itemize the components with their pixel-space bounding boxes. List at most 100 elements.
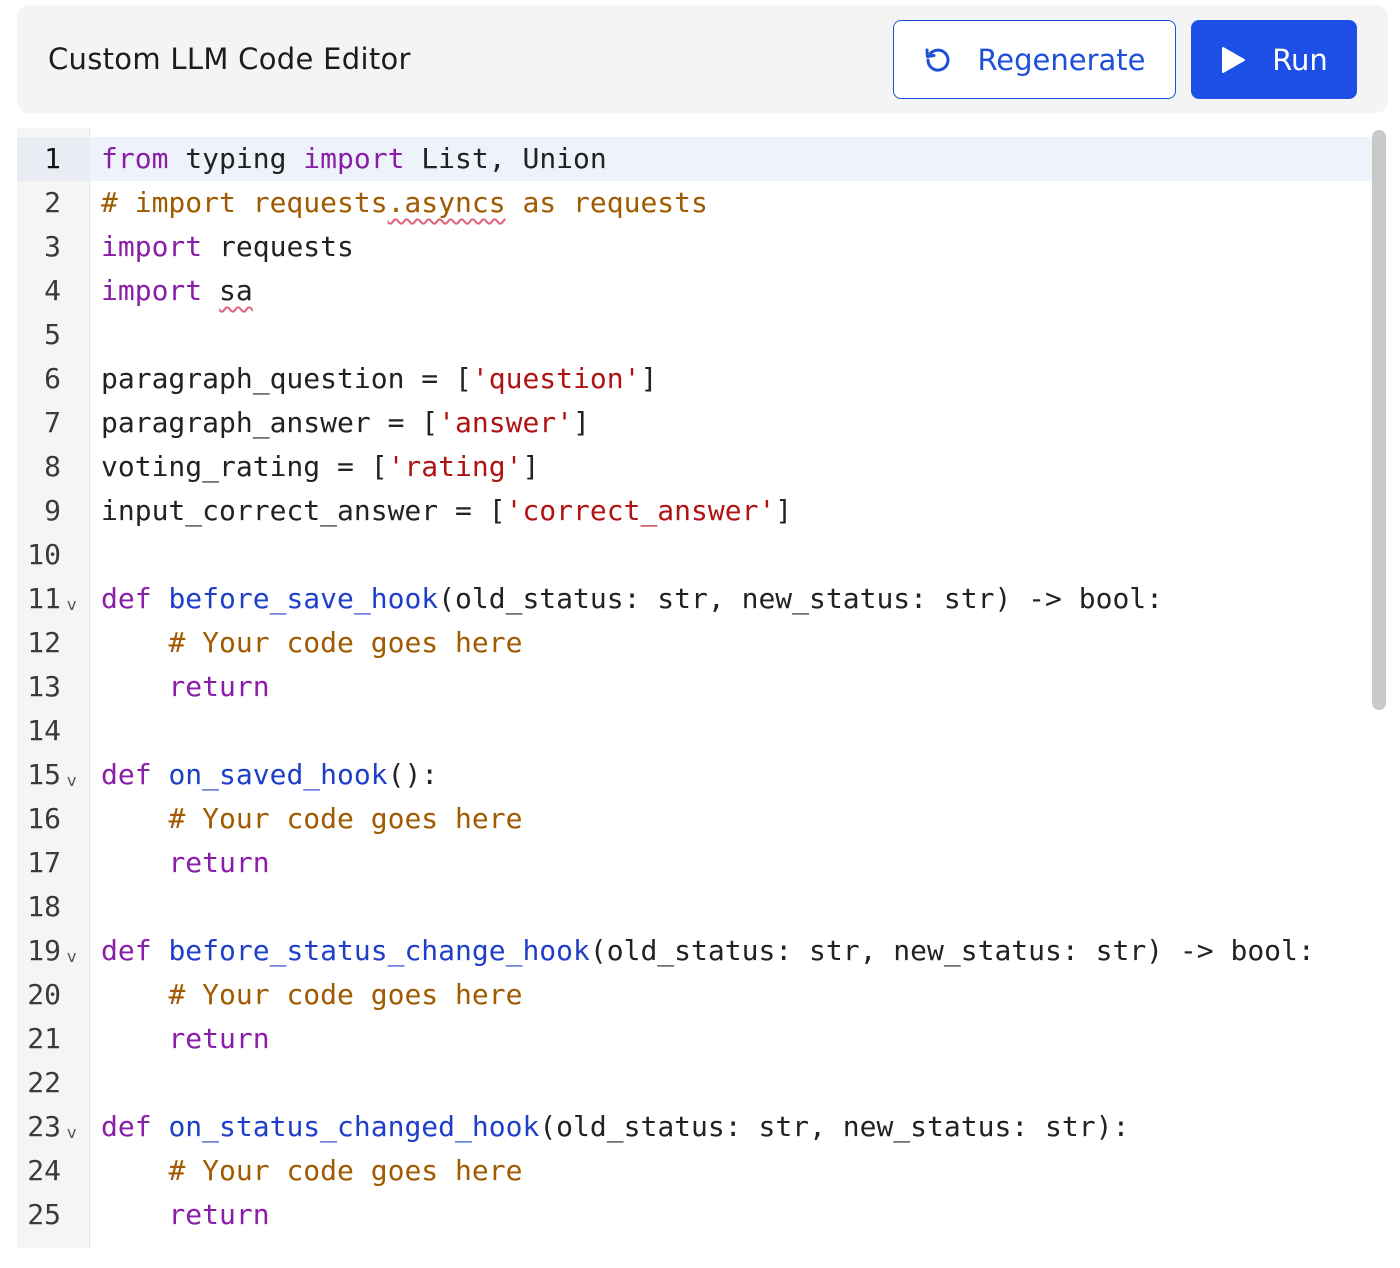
code-token: on_status_changed_hook xyxy=(168,1110,540,1143)
code-token: return xyxy=(168,846,270,879)
line-code: # Your code goes here xyxy=(101,1149,522,1193)
code-token: typing xyxy=(168,142,304,175)
code-token: def xyxy=(101,1110,152,1143)
code-editor[interactable]: 1 from typing import List, Union 2 # import… xyxy=(17,128,1388,1248)
code-token: ] xyxy=(573,406,590,439)
code-token: requests xyxy=(202,230,354,263)
line-code: def on_saved_hook(): xyxy=(101,753,438,797)
code-token: from xyxy=(101,142,169,175)
code-line[interactable]: 4 import sa xyxy=(17,269,1377,313)
code-line[interactable]: 18 xyxy=(17,885,1377,929)
line-number: 5 xyxy=(44,318,61,351)
refresh-icon xyxy=(923,45,953,75)
code-line[interactable]: 24 # Your code goes here xyxy=(17,1149,1377,1193)
code-token: def xyxy=(101,582,152,615)
regenerate-button[interactable]: Regenerate xyxy=(893,20,1176,99)
line-code: return xyxy=(101,1017,270,1061)
code-line[interactable]: 5 xyxy=(17,313,1377,357)
regenerate-label: Regenerate xyxy=(977,42,1146,77)
code-line[interactable]: 7 paragraph_answer = ['answer'] xyxy=(17,401,1377,445)
code-token: # import requests xyxy=(101,186,388,219)
code-line[interactable]: 8 voting_rating = ['rating'] xyxy=(17,445,1377,489)
code-token: voting_rating = [ xyxy=(101,450,388,483)
line-number: 24 xyxy=(27,1154,61,1187)
code-line[interactable]: 2 # import requests.asyncs as requests xyxy=(17,181,1377,225)
code-line[interactable]: 3 import requests xyxy=(17,225,1377,269)
line-number: 12 xyxy=(27,626,61,659)
run-label: Run xyxy=(1272,42,1328,77)
line-number: 2 xyxy=(44,186,61,219)
line-number: 17 xyxy=(27,846,61,879)
line-code: # Your code goes here xyxy=(101,621,522,665)
code-line[interactable]: 21 return xyxy=(17,1017,1377,1061)
code-token: (): xyxy=(387,758,439,791)
code-line[interactable]: 19 v def before_status_change_hook(old_sta… xyxy=(17,929,1377,973)
code-line[interactable]: 22 xyxy=(17,1061,1377,1105)
code-line[interactable]: 6 paragraph_question = ['question'] xyxy=(17,357,1377,401)
line-code: import sa xyxy=(101,269,253,313)
code-token: on_saved_hook xyxy=(168,758,388,791)
code-token: paragraph_answer = [ xyxy=(101,406,439,439)
code-line[interactable]: 12 # Your code goes here xyxy=(17,621,1377,665)
line-code: return xyxy=(101,1193,270,1237)
code-token: input_correct_answer = [ xyxy=(101,494,506,527)
code-token: import xyxy=(303,142,405,175)
line-code: # Your code goes here xyxy=(101,797,522,841)
play-icon xyxy=(1220,46,1246,74)
line-code: paragraph_question = ['question'] xyxy=(101,357,657,401)
line-code: def before_status_change_hook(old_status… xyxy=(101,929,1315,973)
code-token: return xyxy=(168,1198,270,1231)
code-token: ] xyxy=(775,494,793,527)
vertical-scrollbar[interactable] xyxy=(1372,130,1386,710)
code-line[interactable]: 11 v def before_save_hook(old_status: str,… xyxy=(17,577,1377,621)
code-token: 'answer' xyxy=(438,406,574,439)
code-token: as requests xyxy=(505,186,708,219)
line-code: # import requests.asyncs as requests xyxy=(101,181,708,225)
code-token: before_save_hook xyxy=(168,582,439,615)
line-code: # Your code goes here xyxy=(101,973,522,1017)
line-code: return xyxy=(101,665,270,709)
line-number: 23 xyxy=(27,1110,61,1143)
code-line[interactable]: 20 # Your code goes here xyxy=(17,973,1377,1017)
line-number: 10 xyxy=(27,538,61,571)
run-button[interactable]: Run xyxy=(1191,20,1357,99)
code-line[interactable]: 25 return xyxy=(17,1193,1377,1237)
line-number: 1 xyxy=(44,142,61,175)
code-line[interactable]: 10 xyxy=(17,533,1377,577)
code-token: ] xyxy=(522,450,540,483)
code-token: ] xyxy=(640,362,658,395)
code-token: paragraph_question = [ xyxy=(101,362,472,395)
line-number: 9 xyxy=(44,494,61,527)
code-line[interactable]: 13 return xyxy=(17,665,1377,709)
code-token: (old_status: str, new_status: str) -> bo… xyxy=(438,582,1164,615)
code-line[interactable]: 15 v def on_saved_hook(): xyxy=(17,753,1377,797)
code-token: # Your code goes here xyxy=(168,626,523,659)
code-line[interactable]: 14 xyxy=(17,709,1377,753)
line-number: 8 xyxy=(44,450,61,483)
line-number: 16 xyxy=(27,802,61,835)
code-token: # Your code goes here xyxy=(168,1154,523,1187)
line-number: 14 xyxy=(27,714,61,747)
code-token: return xyxy=(168,670,270,703)
code-token: List, Union xyxy=(404,142,607,175)
line-number: 25 xyxy=(27,1198,61,1231)
line-number: 4 xyxy=(44,274,61,307)
code-line[interactable]: 16 # Your code goes here xyxy=(17,797,1377,841)
code-line[interactable]: 17 return xyxy=(17,841,1377,885)
code-line[interactable]: 9 input_correct_answer = ['correct_answer… xyxy=(17,489,1377,533)
code-token: (old_status: str, new_status: str) -> bo… xyxy=(589,934,1315,967)
code-line[interactable]: 1 from typing import List, Union xyxy=(17,137,1377,181)
line-number: 11 xyxy=(27,582,61,615)
code-token: return xyxy=(168,1022,270,1055)
code-line[interactable]: 23 v def on_status_changed_hook(old_status… xyxy=(17,1105,1377,1149)
line-number: 7 xyxy=(44,406,61,439)
